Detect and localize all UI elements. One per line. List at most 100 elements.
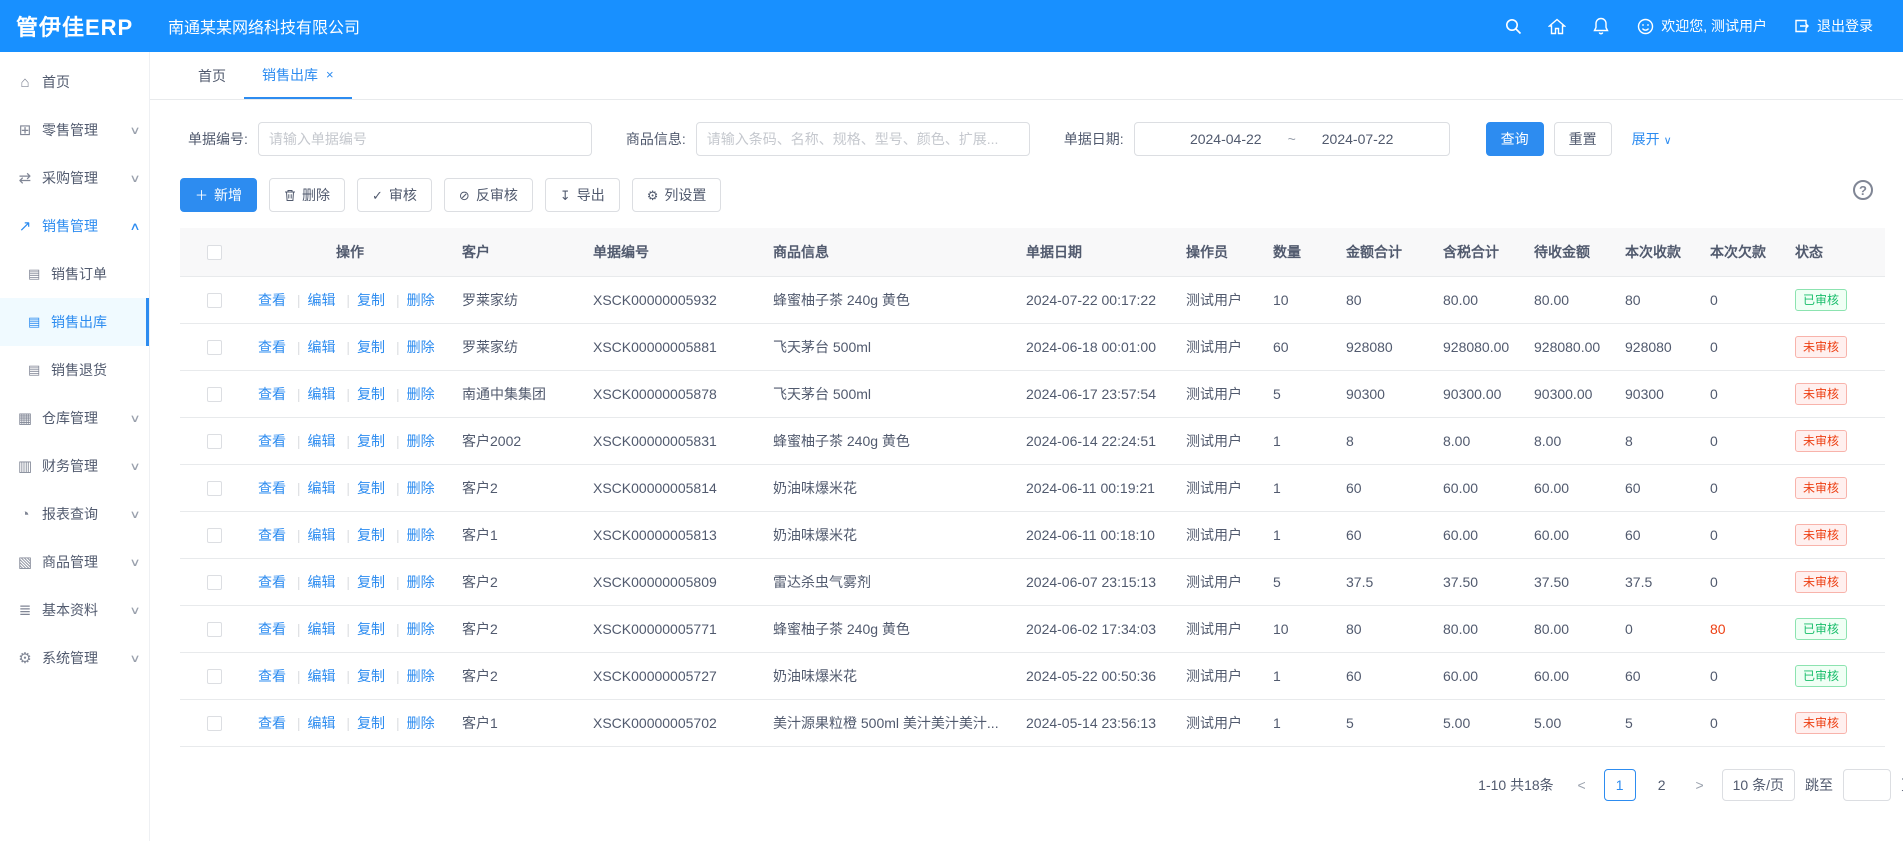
sidebar-item-warehouse[interactable]: ▦ 仓库管理 ∨ (0, 394, 149, 442)
sidebar-item-sales-order[interactable]: ▤ 销售订单 (0, 250, 149, 298)
sidebar-item-basic-data[interactable]: ≣ 基本资料 ∨ (0, 586, 149, 634)
delete-link[interactable]: 删除 (389, 339, 435, 355)
sidebar-item-system[interactable]: ⚙ 系统管理 ∨ (0, 634, 149, 682)
tab-home[interactable]: 首页 (180, 52, 244, 99)
date-start[interactable]: 2024-04-22 (1190, 131, 1262, 147)
copy-link[interactable]: 复制 (339, 339, 385, 355)
jump-page-input[interactable] (1843, 769, 1891, 801)
goods-info-input[interactable] (696, 122, 1030, 156)
row-checkbox[interactable] (207, 387, 222, 402)
date-range-picker[interactable]: 2024-04-22 ~ 2024-07-22 (1134, 122, 1450, 156)
bell-icon[interactable] (1591, 16, 1611, 36)
view-link[interactable]: 查看 (258, 668, 286, 684)
copy-link[interactable]: 复制 (339, 668, 385, 684)
edit-link[interactable]: 编辑 (290, 480, 336, 496)
view-link[interactable]: 查看 (258, 480, 286, 496)
copy-link[interactable]: 复制 (339, 621, 385, 637)
sidebar-item-retail[interactable]: ⊞ 零售管理 ∨ (0, 106, 149, 154)
delete-link[interactable]: 删除 (389, 715, 435, 731)
view-link[interactable]: 查看 (258, 715, 286, 731)
delete-link[interactable]: 删除 (389, 433, 435, 449)
edit-link[interactable]: 编辑 (290, 621, 336, 637)
gear-icon: ⚙ (647, 189, 659, 202)
edit-link[interactable]: 编辑 (290, 292, 336, 308)
select-all-checkbox[interactable] (207, 245, 222, 260)
user-menu[interactable]: 欢迎您, 测试用户 (1635, 16, 1767, 36)
home-icon[interactable] (1547, 16, 1567, 36)
date-end[interactable]: 2024-07-22 (1322, 131, 1394, 147)
table-body: 查看 编辑 复制 删除 罗莱家纺 XSCK00000005932 蜂蜜柚子茶 2… (180, 276, 1885, 746)
cell-customer: 客户2002 (452, 417, 583, 464)
row-operations: 查看 编辑 复制 删除 (248, 323, 452, 370)
row-checkbox[interactable] (207, 434, 222, 449)
row-checkbox[interactable] (207, 669, 222, 684)
page-number-1[interactable]: 1 (1604, 769, 1636, 801)
view-link[interactable]: 查看 (258, 386, 286, 402)
delete-link[interactable]: 删除 (389, 292, 435, 308)
delete-link[interactable]: 删除 (389, 480, 435, 496)
sidebar-item-sales[interactable]: ↗ 销售管理 ∧ (0, 202, 149, 250)
page-size-select[interactable]: 10 条/页 (1722, 769, 1795, 801)
view-link[interactable]: 查看 (258, 574, 286, 590)
logout-button[interactable]: 退出登录 (1791, 16, 1873, 36)
copy-link[interactable]: 复制 (339, 480, 385, 496)
sidebar-item-sales-return[interactable]: ▤ 销售退货 (0, 346, 149, 394)
row-checkbox[interactable] (207, 481, 222, 496)
row-checkbox[interactable] (207, 575, 222, 590)
sidebar-item-finance[interactable]: ▥ 财务管理 ∨ (0, 442, 149, 490)
view-link[interactable]: 查看 (258, 339, 286, 355)
edit-link[interactable]: 编辑 (290, 339, 336, 355)
copy-link[interactable]: 复制 (339, 292, 385, 308)
view-link[interactable]: 查看 (258, 433, 286, 449)
row-checkbox[interactable] (207, 340, 222, 355)
edit-link[interactable]: 编辑 (290, 574, 336, 590)
sidebar-item-purchase[interactable]: ⇄ 采购管理 ∨ (0, 154, 149, 202)
row-checkbox[interactable] (207, 716, 222, 731)
sidebar-item-sales-outbound[interactable]: ▤ 销售出库 (0, 298, 149, 346)
delete-link[interactable]: 删除 (389, 621, 435, 637)
row-checkbox[interactable] (207, 293, 222, 308)
search-button[interactable]: 查询 (1486, 122, 1544, 156)
unaudit-button[interactable]: ⊘ 反审核 (444, 178, 533, 212)
delete-link[interactable]: 删除 (389, 386, 435, 402)
cell-date: 2024-05-22 00:50:36 (1016, 652, 1176, 699)
edit-link[interactable]: 编辑 (290, 668, 336, 684)
expand-toggle[interactable]: 展开 ∨ (1632, 129, 1672, 149)
bill-no-input[interactable] (258, 122, 592, 156)
view-link[interactable]: 查看 (258, 621, 286, 637)
view-link[interactable]: 查看 (258, 292, 286, 308)
view-link[interactable]: 查看 (258, 527, 286, 543)
copy-link[interactable]: 复制 (339, 574, 385, 590)
basic-data-icon: ≣ (16, 601, 34, 619)
delete-button[interactable]: 删除 (269, 178, 345, 212)
search-icon[interactable] (1503, 16, 1523, 36)
copy-link[interactable]: 复制 (339, 527, 385, 543)
sidebar-item-goods[interactable]: ▧ 商品管理 ∨ (0, 538, 149, 586)
page-number-2[interactable]: 2 (1646, 769, 1678, 801)
edit-link[interactable]: 编辑 (290, 386, 336, 402)
row-checkbox[interactable] (207, 528, 222, 543)
edit-link[interactable]: 编辑 (290, 715, 336, 731)
cell-debt: 0 (1700, 276, 1785, 323)
reset-button[interactable]: 重置 (1554, 122, 1612, 156)
add-button[interactable]: ＋ 新增 (180, 178, 257, 212)
sidebar-item-report[interactable]: ◔ 报表查询 ∨ (0, 490, 149, 538)
row-checkbox[interactable] (207, 622, 222, 637)
next-page-button[interactable]: > (1688, 777, 1712, 793)
tab-sales-outbound[interactable]: 销售出库 × (244, 52, 352, 99)
column-settings-button[interactable]: ⚙ 列设置 (632, 178, 722, 212)
export-button[interactable]: ↧ 导出 (545, 178, 620, 212)
close-icon[interactable]: × (326, 67, 334, 82)
prev-page-button[interactable]: < (1570, 777, 1594, 793)
audit-button[interactable]: ✓ 审核 (357, 178, 432, 212)
copy-link[interactable]: 复制 (339, 433, 385, 449)
edit-link[interactable]: 编辑 (290, 433, 336, 449)
copy-link[interactable]: 复制 (339, 386, 385, 402)
help-icon[interactable]: ? (1853, 180, 1873, 200)
sidebar-item-home[interactable]: ⌂ 首页 (0, 58, 149, 106)
edit-link[interactable]: 编辑 (290, 527, 336, 543)
delete-link[interactable]: 删除 (389, 574, 435, 590)
copy-link[interactable]: 复制 (339, 715, 385, 731)
delete-link[interactable]: 删除 (389, 668, 435, 684)
delete-link[interactable]: 删除 (389, 527, 435, 543)
